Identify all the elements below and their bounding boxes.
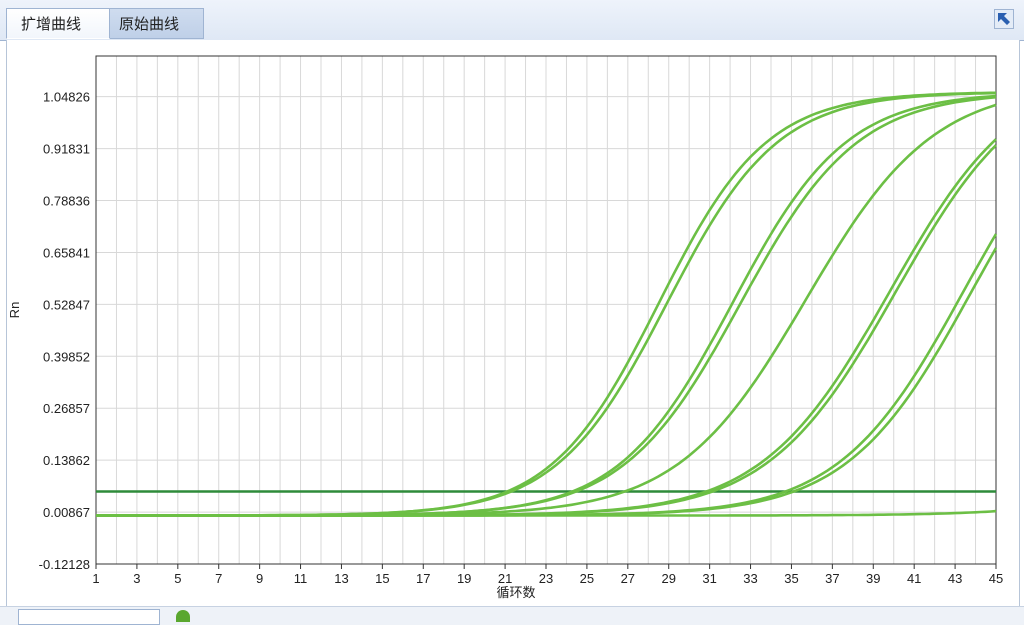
- tab-amplification-curve[interactable]: 扩增曲线: [6, 8, 110, 39]
- x-tick-label: 33: [743, 571, 757, 586]
- tab-raw-curve[interactable]: 原始曲线: [104, 8, 204, 39]
- x-tick-label: 9: [256, 571, 263, 586]
- x-tick-label: 29: [661, 571, 675, 586]
- x-tick-label: 35: [784, 571, 798, 586]
- y-tick-label: 0.00867: [43, 505, 90, 520]
- x-tick-label: 17: [416, 571, 430, 586]
- x-tick-label: 3: [133, 571, 140, 586]
- x-tick-label: 13: [334, 571, 348, 586]
- bottom-input[interactable]: [18, 609, 160, 625]
- y-tick-label: 0.39852: [43, 349, 90, 364]
- status-indicator-icon: [176, 610, 190, 622]
- y-tick-label: 0.13862: [43, 453, 90, 468]
- x-tick-label: 15: [375, 571, 389, 586]
- y-tick-label: 0.78836: [43, 194, 90, 209]
- x-tick-label: 31: [702, 571, 716, 586]
- y-tick-label: 1.04826: [43, 90, 90, 105]
- chart-panel: -0.12128 0.00867 0.13862 0.26857 0.39852 0.52…: [6, 40, 1020, 607]
- tab-bar: 原始曲线 扩增曲线: [0, 0, 1024, 41]
- x-tick-label: 1: [92, 571, 99, 586]
- arrow-up-left-icon[interactable]: [994, 9, 1014, 29]
- x-tick-label: 7: [215, 571, 222, 586]
- x-axis-label: 循环数: [496, 585, 535, 600]
- amplification-chart[interactable]: -0.12128 0.00867 0.13862 0.26857 0.39852 0.52…: [7, 40, 1019, 606]
- y-tick-label: 0.91831: [43, 142, 90, 157]
- x-tick-label: 27: [621, 571, 635, 586]
- y-tick-label: -0.12128: [39, 557, 90, 572]
- x-tick-label: 37: [825, 571, 839, 586]
- y-tick-label: 0.26857: [43, 401, 90, 416]
- y-tick-label: 0.52847: [43, 297, 90, 312]
- y-axis-label: Rn: [7, 302, 22, 319]
- y-tick-label: 0.65841: [43, 245, 90, 260]
- app-window: 原始曲线 扩增曲线 -0.12128 0.00867 0.13862 0.26857 0…: [0, 0, 1024, 625]
- x-tick-label: 39: [866, 571, 880, 586]
- x-tick-label: 23: [539, 571, 553, 586]
- x-tick-label: 5: [174, 571, 181, 586]
- x-tick-label: 41: [907, 571, 921, 586]
- x-tick-label: 21: [498, 571, 512, 586]
- x-tick-label: 19: [457, 571, 471, 586]
- x-tick-label: 11: [294, 571, 308, 586]
- x-tick-label: 25: [580, 571, 594, 586]
- x-tick-label: 43: [948, 571, 962, 586]
- bottom-toolbar: [0, 606, 1024, 625]
- x-tick-label: 45: [989, 571, 1003, 586]
